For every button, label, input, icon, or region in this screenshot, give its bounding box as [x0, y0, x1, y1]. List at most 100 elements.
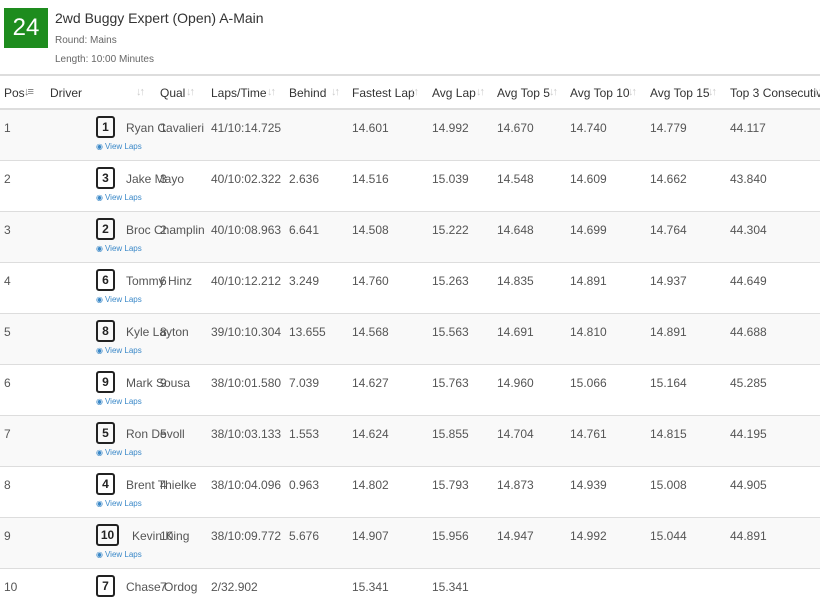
- behind-cell-value: 3.249: [289, 273, 320, 288]
- laps-time-cell: 40/10:08.963: [207, 211, 285, 262]
- avg-top10-cell-value: 14.891: [570, 273, 607, 288]
- top3-consecutive-cell-value: 44.649: [730, 273, 767, 288]
- car-number: 6: [96, 268, 115, 291]
- col-avg-top10[interactable]: Avg Top 10 ↓↑: [566, 75, 646, 109]
- avg-lap-cell: 15.563: [428, 313, 493, 364]
- sort-icon[interactable]: ↓↑: [136, 86, 145, 98]
- col-avg-top15[interactable]: Avg Top 15 ↓↑: [646, 75, 726, 109]
- avg-top15-cell-value: 14.937: [650, 273, 687, 288]
- driver-cell: 4 Brent Thielke ◉ View Laps: [46, 466, 196, 517]
- col-laps-time[interactable]: Laps/Time ↓↑: [207, 75, 285, 109]
- behind-cell-value: 13.655: [289, 324, 326, 339]
- sort-icon[interactable]: ↓↑: [814, 86, 820, 98]
- laps-time-cell-value: 38/10:04.096: [211, 477, 282, 492]
- view-laps-link[interactable]: ◉ View Laps: [96, 244, 142, 253]
- top3-consecutive-cell: 44.649: [726, 262, 820, 313]
- col-driver[interactable]: Driver ↓↑: [46, 75, 156, 109]
- sort-icon[interactable]: ↓↑: [267, 86, 276, 98]
- table-row: 4 6 Tommy Hinz ◉ View Laps 6 40/10:12.212 3.249…: [0, 262, 820, 313]
- avg-lap-cell: 15.341: [428, 568, 493, 598]
- laps-time-cell-value: 38/10:09.772: [211, 528, 282, 543]
- driver-cell: 7 Chase Ordog: [46, 568, 197, 598]
- fastest-lap-cell: 14.624: [348, 415, 428, 466]
- col-avg-top5-label: Avg Top 5: [497, 86, 550, 100]
- avg-top5-cell-value: 14.691: [497, 324, 534, 339]
- avg-top10-cell-value: 15.066: [570, 375, 607, 390]
- col-qual[interactable]: Qual ↓↑: [156, 75, 207, 109]
- table-row: 2 3 Jake Mayo ◉ View Laps 3 40/10:02.322 2.636 1…: [0, 160, 820, 211]
- avg-lap-cell-value: 15.341: [432, 579, 469, 594]
- view-laps-link[interactable]: ◉ View Laps: [96, 448, 142, 457]
- col-fastest-lap[interactable]: Fastest Lap ↓↑: [348, 75, 428, 109]
- avg-top10-cell: [566, 568, 646, 598]
- table-row: 7 5 Ron Devoll ◉ View Laps 5 38/10:03.133 1.553…: [0, 415, 820, 466]
- col-qual-label: Qual: [160, 86, 186, 100]
- sort-icon[interactable]: ↓↑: [549, 86, 558, 98]
- avg-top5-cell-value: 14.835: [497, 273, 534, 288]
- avg-top10-cell: 14.810: [566, 313, 646, 364]
- view-laps-link[interactable]: ◉ View Laps: [96, 295, 142, 304]
- qual-cell: 2: [156, 211, 207, 262]
- car-number: 8: [96, 319, 115, 342]
- view-laps-label: View Laps: [104, 243, 142, 253]
- fastest-lap-cell-value: 14.624: [352, 426, 389, 441]
- car-number: 3: [96, 166, 115, 189]
- view-laps-link[interactable]: ◉ View Laps: [96, 142, 142, 151]
- laps-time-cell-value: 40/10:02.322: [211, 171, 282, 186]
- fastest-lap-cell-value: 14.601: [352, 121, 389, 135]
- pos-cell: 6: [0, 364, 46, 415]
- pos-cell: 10: [0, 568, 46, 598]
- col-top3-consecutive-label: Top 3 Consecutive: [730, 86, 820, 100]
- qual-cell-value: 1: [160, 121, 167, 135]
- sort-icon[interactable]: ↓↑: [331, 86, 340, 98]
- laps-time-cell-value: 38/10:01.580: [211, 375, 282, 390]
- pos-cell: 3: [0, 211, 46, 262]
- fastest-lap-cell: 14.601: [348, 109, 428, 160]
- sort-icon[interactable]: ↓≡: [24, 86, 34, 98]
- avg-top10-cell-value: 14.810: [570, 324, 607, 339]
- avg-lap-cell: 15.263: [428, 262, 493, 313]
- avg-lap-cell: 15.222: [428, 211, 493, 262]
- view-laps-link[interactable]: ◉ View Laps: [96, 346, 142, 355]
- sort-icon[interactable]: ↓↑: [708, 86, 717, 98]
- col-avg-top5[interactable]: Avg Top 5 ↓↑: [493, 75, 566, 109]
- col-top3-consecutive[interactable]: Top 3 Consecutive↓↑: [726, 75, 820, 109]
- qual-cell: 6: [156, 262, 207, 313]
- laps-time-cell: 38/10:04.096: [207, 466, 285, 517]
- sort-icon[interactable]: ↓↑: [186, 86, 195, 98]
- col-pos[interactable]: Pos ↓≡: [0, 75, 46, 109]
- col-fastest-lap-label: Fastest Lap: [352, 86, 415, 100]
- laps-time-cell-value: 38/10:03.133: [211, 426, 282, 441]
- sort-icon[interactable]: ↓↑: [410, 86, 419, 98]
- view-laps-link[interactable]: ◉ View Laps: [96, 193, 142, 202]
- behind-cell: 5.676: [285, 517, 348, 568]
- view-laps-link[interactable]: ◉ View Laps: [96, 499, 142, 508]
- top3-consecutive-cell: 45.285: [726, 364, 820, 415]
- avg-top10-cell: 14.761: [566, 415, 646, 466]
- qual-cell: 3: [156, 160, 207, 211]
- sort-icon[interactable]: ↓↑: [476, 86, 485, 98]
- col-behind[interactable]: Behind ↓↑: [285, 75, 348, 109]
- view-laps-link[interactable]: ◉ View Laps: [96, 550, 142, 559]
- behind-cell-value: 6.641: [289, 222, 320, 237]
- fastest-lap-cell-value: 14.508: [352, 222, 389, 237]
- table-row: 5 8 Kyle Layton ◉ View Laps 8 39/10:10.304 13.6…: [0, 313, 820, 364]
- table-row: 3 2 Broc Champlin ◉ View Laps 2 40/10:08.963 6.…: [0, 211, 820, 262]
- car-number: 7: [96, 574, 115, 597]
- qual-cell-value: 4: [160, 477, 167, 492]
- avg-top5-cell-value: 14.873: [497, 477, 534, 492]
- fastest-lap-cell-value: 14.760: [352, 273, 389, 288]
- fastest-lap-cell-value: 14.907: [352, 528, 389, 543]
- sort-icon[interactable]: ↓↑: [628, 86, 637, 98]
- avg-top10-cell: 15.066: [566, 364, 646, 415]
- pos-cell-value: 1: [4, 121, 11, 135]
- col-avg-lap[interactable]: Avg Lap ↓↑: [428, 75, 493, 109]
- behind-cell: 0.963: [285, 466, 348, 517]
- qual-cell-value: 5: [160, 426, 167, 441]
- view-laps-link[interactable]: ◉ View Laps: [96, 397, 142, 406]
- avg-top15-cell: 14.937: [646, 262, 726, 313]
- car-number: 1: [96, 116, 115, 138]
- avg-top5-cell: 14.873: [493, 466, 566, 517]
- laps-time-cell: 40/10:12.212: [207, 262, 285, 313]
- pos-cell: 2: [0, 160, 46, 211]
